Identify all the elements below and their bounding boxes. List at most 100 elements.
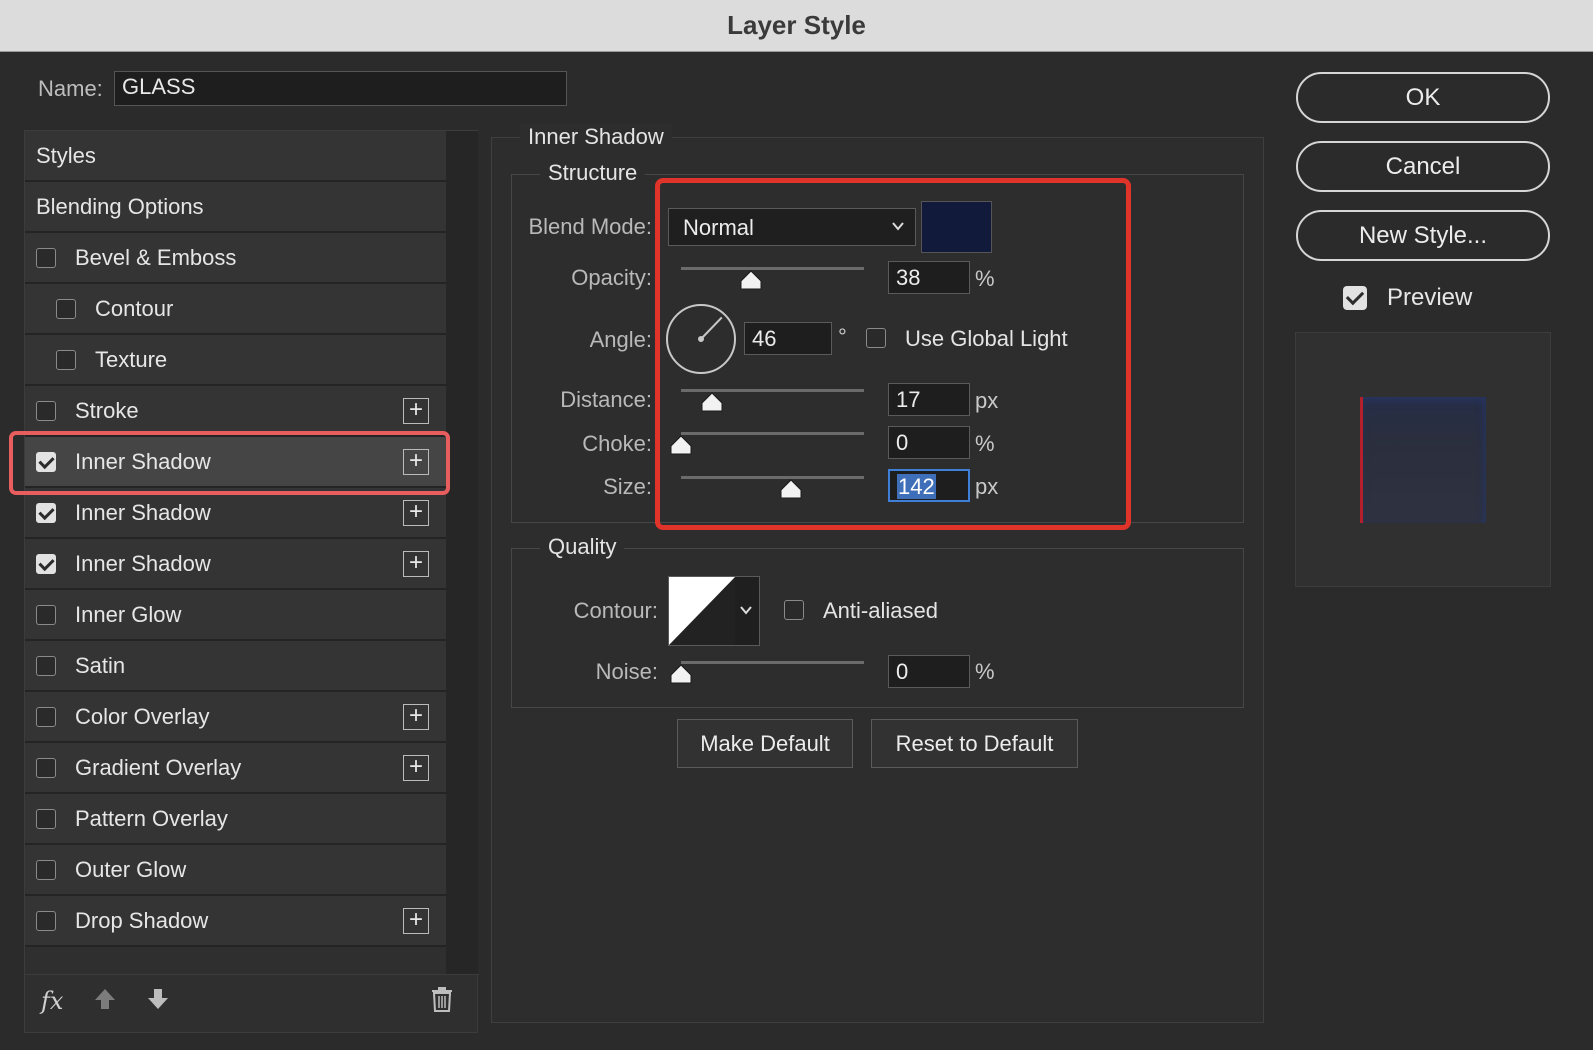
chevron-down-icon xyxy=(891,215,905,242)
anti-aliased-checkbox[interactable] xyxy=(784,600,804,620)
opacity-slider-thumb[interactable] xyxy=(740,270,762,290)
preview-label: Preview xyxy=(1387,284,1473,311)
style-item-checkbox[interactable] xyxy=(36,400,56,421)
style-item-label: Drop Shadow xyxy=(75,907,209,933)
style-item-checkbox[interactable] xyxy=(36,706,56,727)
style-item-checkbox[interactable] xyxy=(36,604,56,625)
style-item-color-overlay[interactable]: Color Overlay + xyxy=(25,692,446,743)
style-item-label: Contour xyxy=(95,295,174,321)
style-item-checkbox[interactable] xyxy=(36,553,56,574)
anti-aliased-label: Anti-aliased xyxy=(823,598,938,623)
blend-mode-value: Normal xyxy=(683,215,754,240)
trash-icon[interactable] xyxy=(431,986,453,1019)
style-item-inner-shadow[interactable]: Inner Shadow + xyxy=(25,488,446,539)
style-item-drop-shadow[interactable]: Drop Shadow + xyxy=(25,896,446,947)
new-style-button[interactable]: New Style... xyxy=(1296,210,1550,261)
styles-scrollbar[interactable] xyxy=(446,131,478,974)
preview-thumbnail xyxy=(1295,332,1551,587)
noise-slider-track[interactable] xyxy=(681,661,864,664)
plus-icon[interactable]: + xyxy=(403,448,429,475)
distance-label: Distance: xyxy=(560,387,652,412)
style-item-checkbox[interactable] xyxy=(56,349,76,370)
blend-mode-dropdown[interactable]: Normal xyxy=(668,208,916,246)
angle-unit: ° xyxy=(838,324,847,349)
style-item-inner-shadow[interactable]: Inner Shadow + xyxy=(25,539,446,590)
styles-panel: Styles Blending Options Bevel & Emboss Co… xyxy=(24,130,479,1033)
make-default-button[interactable]: Make Default xyxy=(677,719,853,768)
distance-slider-thumb[interactable] xyxy=(701,392,723,412)
use-global-light-checkbox[interactable] xyxy=(866,328,886,348)
size-slider-thumb[interactable] xyxy=(780,479,802,499)
opacity-slider-track[interactable] xyxy=(681,267,864,270)
ok-button[interactable]: OK xyxy=(1296,72,1550,123)
plus-icon[interactable]: + xyxy=(403,754,429,781)
noise-slider-thumb[interactable] xyxy=(670,664,692,684)
distance-unit: px xyxy=(975,388,999,413)
arrow-down-icon[interactable] xyxy=(146,987,170,1018)
style-item-label: Texture xyxy=(95,346,168,372)
style-item-checkbox[interactable] xyxy=(36,451,56,472)
style-item-checkbox[interactable] xyxy=(36,757,56,778)
fx-menu-button[interactable]: fx xyxy=(41,987,63,1015)
style-item-checkbox[interactable] xyxy=(56,298,76,319)
style-item-inner-shadow[interactable]: Inner Shadow + xyxy=(25,437,446,488)
blending-options-item[interactable]: Blending Options xyxy=(25,182,446,233)
contour-curve-icon xyxy=(669,577,735,645)
style-item-bevel-emboss[interactable]: Bevel & Emboss xyxy=(25,233,446,284)
style-item-checkbox[interactable] xyxy=(36,502,56,523)
plus-icon[interactable]: + xyxy=(403,397,429,424)
size-slider-track[interactable] xyxy=(681,476,864,479)
style-item-outer-glow[interactable]: Outer Glow xyxy=(25,845,446,896)
style-item-contour[interactable]: Contour xyxy=(25,284,446,335)
noise-input[interactable]: 0 xyxy=(888,655,970,688)
choke-input[interactable]: 0 xyxy=(888,426,970,459)
choke-slider-track[interactable] xyxy=(681,432,864,435)
size-unit: px xyxy=(975,474,999,499)
styles-bottom-bar: fx xyxy=(25,974,479,1032)
contour-label: Contour: xyxy=(573,598,658,623)
contour-picker[interactable] xyxy=(668,576,760,646)
opacity-input[interactable]: 38 xyxy=(888,261,970,294)
style-item-checkbox[interactable] xyxy=(36,247,56,268)
style-item-pattern-overlay[interactable]: Pattern Overlay xyxy=(25,794,446,845)
styles-header[interactable]: Styles xyxy=(25,131,446,182)
style-item-gradient-overlay[interactable]: Gradient Overlay + xyxy=(25,743,446,794)
distance-input[interactable]: 17 xyxy=(888,383,970,416)
style-item-inner-glow[interactable]: Inner Glow xyxy=(25,590,446,641)
style-item-label: Outer Glow xyxy=(75,856,187,882)
style-item-checkbox[interactable] xyxy=(36,655,56,676)
choke-label: Choke: xyxy=(582,431,652,456)
style-item-checkbox[interactable] xyxy=(36,859,56,880)
style-item-label: Inner Shadow xyxy=(75,448,211,474)
size-input-selected-text: 142 xyxy=(897,474,936,499)
plus-icon[interactable]: + xyxy=(403,499,429,526)
noise-unit: % xyxy=(975,659,995,684)
plus-icon[interactable]: + xyxy=(403,703,429,730)
plus-icon[interactable]: + xyxy=(403,550,429,577)
shadow-color-swatch[interactable] xyxy=(921,201,992,253)
styles-header-label: Styles xyxy=(36,142,96,168)
plus-icon[interactable]: + xyxy=(403,907,429,934)
opacity-unit: % xyxy=(975,266,995,291)
style-item-texture[interactable]: Texture xyxy=(25,335,446,386)
style-item-label: Inner Shadow xyxy=(75,550,211,576)
preview-checkbox[interactable] xyxy=(1343,286,1367,310)
angle-input[interactable]: 46 xyxy=(744,322,832,355)
styles-list: Styles Blending Options Bevel & Emboss Co… xyxy=(25,131,446,974)
style-item-checkbox[interactable] xyxy=(36,808,56,829)
size-input[interactable]: 142 xyxy=(888,469,970,502)
cancel-button[interactable]: Cancel xyxy=(1296,141,1550,192)
style-item-satin[interactable]: Satin xyxy=(25,641,446,692)
structure-title: Structure xyxy=(540,160,646,186)
choke-slider-thumb[interactable] xyxy=(670,435,692,455)
style-item-label: Color Overlay xyxy=(75,703,210,729)
style-item-label: Stroke xyxy=(75,397,139,423)
reset-to-default-button[interactable]: Reset to Default xyxy=(871,719,1078,768)
window-title: Layer Style xyxy=(727,10,866,40)
style-item-label: Gradient Overlay xyxy=(75,754,242,780)
angle-dial[interactable] xyxy=(665,303,737,375)
style-item-stroke[interactable]: Stroke + xyxy=(25,386,446,437)
style-item-checkbox[interactable] xyxy=(36,910,56,931)
arrow-up-icon[interactable] xyxy=(93,987,117,1018)
name-input[interactable]: GLASS xyxy=(114,71,567,106)
